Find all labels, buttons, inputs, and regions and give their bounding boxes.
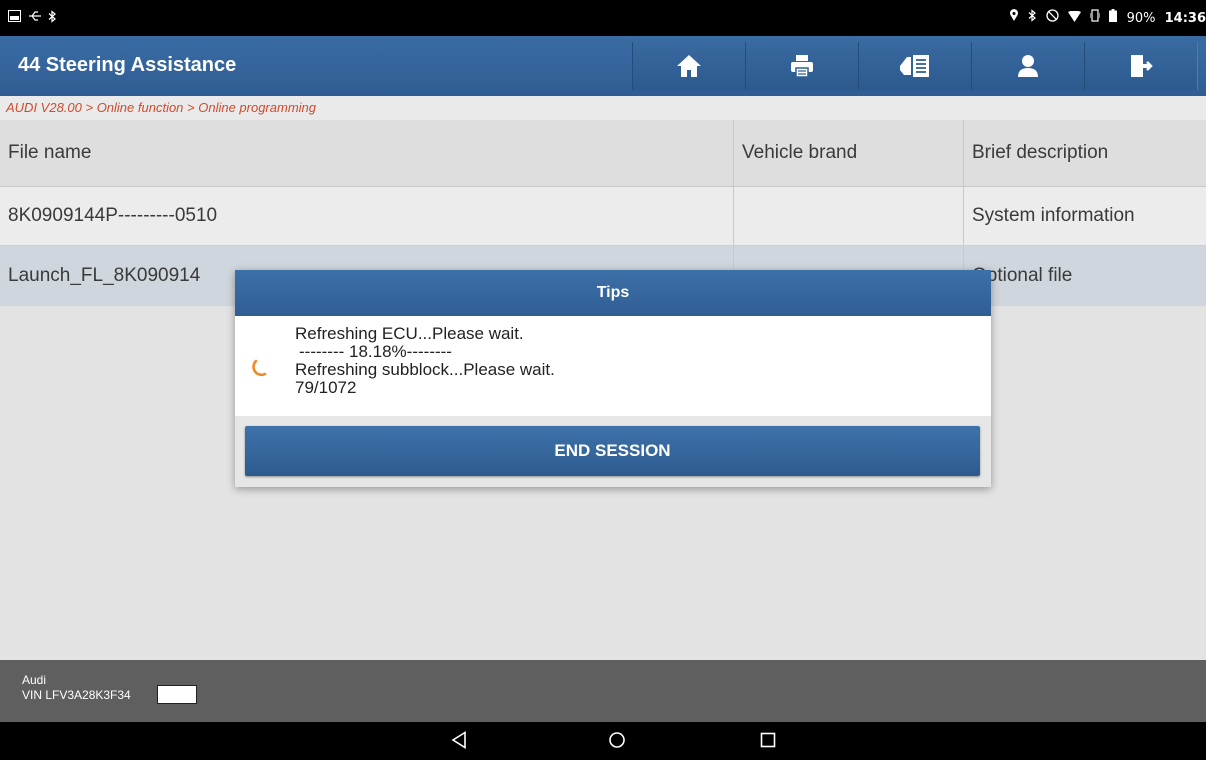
loading-spinner-icon (251, 359, 269, 382)
table-header: File name Vehicle brand Brief descriptio… (0, 120, 1206, 187)
column-divider (963, 187, 964, 245)
do-not-disturb-icon (1046, 9, 1063, 26)
vibrate-icon (1089, 9, 1104, 26)
breadcrumb-text: AUDI V28.00 > Online function > Online p… (6, 100, 317, 115)
wifi-icon (1068, 10, 1085, 26)
title-bar: 44 Steering Assistance (0, 36, 1206, 96)
print-icon (790, 54, 814, 78)
report-button[interactable] (858, 42, 972, 90)
clock: 14:36 (1164, 11, 1206, 26)
status-bar: 90% 14:36 (0, 0, 1206, 36)
home-nav-button[interactable] (608, 731, 626, 754)
home-button[interactable] (632, 42, 746, 90)
battery-icon (1109, 9, 1121, 26)
table-row[interactable]: 8K0909144P---------0510 System informati… (0, 187, 1206, 246)
column-divider (733, 187, 734, 245)
column-header-vehicle-brand: Vehicle brand (742, 142, 858, 163)
end-session-button[interactable]: END SESSION (245, 426, 980, 476)
dialog-title: Tips (235, 270, 991, 316)
recents-icon (760, 732, 776, 753)
column-divider (963, 120, 964, 186)
dialog-body: Refreshing ECU...Please wait. -------- 1… (235, 316, 991, 416)
breadcrumb: AUDI V28.00 > Online function > Online p… (0, 96, 1206, 120)
cell-vehicle-brand (734, 187, 963, 245)
screenshot-icon (8, 10, 21, 27)
dialog-footer: END SESSION (235, 416, 991, 487)
bluetooth-icon (1028, 9, 1041, 26)
back-button[interactable] (451, 731, 467, 754)
column-divider (733, 120, 734, 186)
home-circle-icon (608, 732, 626, 753)
cell-brief-description: Optional file (972, 265, 1073, 286)
progress-percent-text: -------- 18.18%-------- (299, 342, 452, 361)
subblock-counter: 79/1072 (295, 378, 357, 397)
column-header-brief-description: Brief description (972, 142, 1109, 163)
back-icon (451, 731, 467, 753)
print-button[interactable] (745, 42, 859, 90)
home-icon (676, 54, 702, 78)
status-indicators: 90% 14:36 (1004, 9, 1206, 26)
report-icon (899, 54, 931, 78)
cell-file-name: 8K0909144P---------0510 (8, 205, 218, 226)
location-icon (1009, 9, 1023, 26)
cell-brief-description: System information (972, 205, 1135, 226)
vehicle-make: Audi (22, 673, 47, 687)
exit-icon (1129, 54, 1153, 78)
vehicle-vin: VIN LFV3A28K3F34 (22, 688, 131, 702)
battery-percent: 90% (1126, 11, 1156, 26)
recents-button[interactable] (760, 731, 776, 754)
exit-button[interactable] (1084, 42, 1198, 90)
user-button[interactable] (971, 42, 1085, 90)
page-title: 44 Steering Assistance (18, 54, 237, 76)
status-message-subblock: Refreshing subblock...Please wait. (295, 360, 555, 379)
navigation-bar (0, 722, 1206, 760)
vehicle-info-footer: Audi VIN LFV3A28K3F34 (0, 660, 1206, 722)
bluetooth-icon (48, 10, 57, 28)
user-icon (1017, 54, 1039, 78)
tips-dialog: Tips Refreshing ECU...Please wait. -----… (235, 270, 991, 487)
column-header-file-name: File name (8, 142, 92, 163)
usb-icon (28, 10, 42, 27)
status-message-ecu: Refreshing ECU...Please wait. (295, 324, 524, 343)
vin-redaction-box (157, 685, 197, 704)
